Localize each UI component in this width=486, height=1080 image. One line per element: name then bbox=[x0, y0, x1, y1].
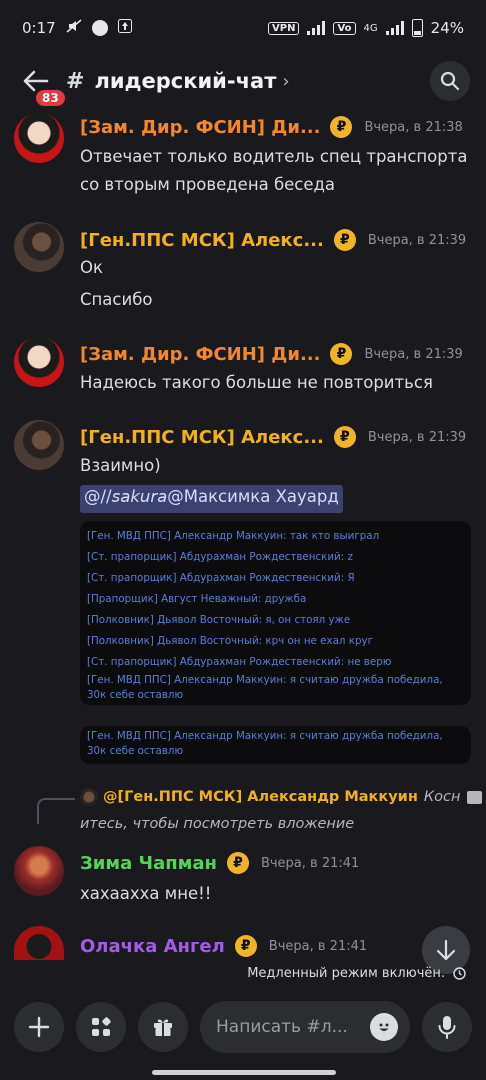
nitro-ruble-icon: ₽ bbox=[333, 426, 356, 448]
avatar[interactable] bbox=[14, 113, 64, 163]
timestamp: Вчера, в 21:39 bbox=[364, 346, 463, 362]
voice-message-button[interactable] bbox=[422, 1002, 472, 1052]
add-attachment-button[interactable] bbox=[14, 1002, 64, 1052]
user-mention[interactable]: @//𝘴𝘢𝘬𝘶𝘳𝘢@Максимка Хауард bbox=[80, 485, 343, 513]
battery-level: 24% bbox=[430, 19, 464, 37]
upload-icon bbox=[117, 19, 132, 37]
back-button[interactable]: 83 bbox=[16, 61, 68, 109]
home-indicator[interactable] bbox=[152, 1070, 336, 1075]
signal-icon bbox=[307, 21, 326, 35]
author-name[interactable]: [Ген.ППС МСК] Алекс... bbox=[80, 230, 324, 251]
signal-icon-2 bbox=[385, 21, 404, 35]
mute-icon bbox=[66, 18, 82, 38]
nitro-ruble-icon: ₽ bbox=[234, 935, 257, 957]
log-line: [Полковник] Дьявол Восточный: я, он стоя… bbox=[87, 614, 351, 626]
log-line: [Ст. прапорщик] Абдурахман Рождественски… bbox=[87, 656, 392, 668]
timestamp: Вчера, в 21:41 bbox=[260, 855, 360, 871]
vpn-indicator: VPN bbox=[268, 21, 300, 35]
message-text: хахаахха мне!! bbox=[80, 884, 212, 903]
reply-author[interactable]: @[Ген.ППС МСК] Александр Маккуин bbox=[103, 789, 418, 805]
message-text: Взаимно) bbox=[80, 456, 161, 475]
channel-title[interactable]: лидерский-чат bbox=[94, 69, 276, 93]
gift-button[interactable] bbox=[138, 1002, 188, 1052]
timestamp: Вчера, в 21:39 bbox=[367, 232, 467, 248]
timestamp: Вчера, в 21:41 bbox=[268, 938, 368, 954]
reply-avatar bbox=[80, 788, 98, 806]
timestamp: Вчера, в 21:38 bbox=[364, 119, 463, 135]
log-line: [Ст. прапорщик] Абдурахман Рождественски… bbox=[87, 572, 355, 584]
image-icon bbox=[466, 790, 482, 804]
search-icon bbox=[440, 71, 460, 91]
log-line: [Ст. прапорщик] Абдурахман Рождественски… bbox=[87, 551, 353, 563]
avatar[interactable] bbox=[14, 337, 64, 387]
log-line: [Ген. МВД ППС] Александр Маккуин: я счит… bbox=[87, 674, 443, 701]
log-line: [Прапорщик] Август Неважный: дружба bbox=[87, 593, 307, 605]
image-attachment[interactable]: [Ген. МВД ППС] Александр Маккуин: я счит… bbox=[80, 726, 471, 764]
nitro-ruble-icon: ₽ bbox=[330, 343, 353, 365]
author-name[interactable]: [Ген.ППС МСК] Алекс... bbox=[80, 427, 324, 448]
log-line: [Полковник] Дьявол Восточный: крч он не … bbox=[87, 635, 374, 647]
image-attachment[interactable]: [Ген. МВД ППС] Александр Маккуин: так кт… bbox=[80, 521, 471, 705]
status-bar: 0:17 VPN Vo 4G 24% bbox=[0, 0, 486, 56]
gift-icon bbox=[154, 1019, 172, 1036]
message-text: со вторым проведена беседа bbox=[80, 175, 336, 194]
search-button[interactable] bbox=[430, 61, 470, 101]
channel-header: 83 # лидерский-чат › bbox=[0, 56, 486, 109]
message-text: Ок bbox=[80, 258, 103, 277]
microphone-icon bbox=[438, 1016, 456, 1039]
message-input[interactable]: Написать #л... bbox=[200, 1001, 410, 1053]
author-name[interactable]: [Зам. Дир. ФСИН] Ди... bbox=[80, 344, 320, 365]
apps-icon bbox=[92, 1017, 111, 1036]
reply-preview-cont: итесь, чтобы посмотреть вложение bbox=[80, 816, 355, 832]
battery-icon bbox=[411, 19, 423, 37]
message-text: Спасибо bbox=[80, 290, 153, 309]
log-line: [Ген. МВД ППС] Александр Маккуин: я счит… bbox=[87, 730, 443, 757]
network-type: 4G bbox=[363, 22, 378, 34]
nitro-ruble-icon: ₽ bbox=[226, 852, 249, 874]
timestamp: Вчера, в 21:39 bbox=[367, 429, 467, 445]
reply-preview: Косн bbox=[423, 789, 461, 805]
arrow-down-icon bbox=[436, 939, 456, 961]
message-text: Отвечает только водитель спец транспорта bbox=[80, 147, 468, 166]
notification-dot-icon bbox=[91, 20, 108, 36]
author-name[interactable]: Олачка Ангел bbox=[80, 936, 225, 957]
author-name[interactable]: Зима Чапман bbox=[80, 853, 217, 874]
reply-reference[interactable]: @[Ген.ППС МСК] Александр Маккуин Косн bbox=[80, 788, 482, 806]
avatar[interactable] bbox=[14, 222, 64, 272]
apps-button[interactable] bbox=[76, 1002, 126, 1052]
log-line: [Ген. МВД ППС] Александр Маккуин: так кт… bbox=[87, 530, 380, 542]
plus-icon bbox=[28, 1016, 50, 1038]
unread-badge: 83 bbox=[33, 87, 68, 109]
avatar[interactable] bbox=[14, 926, 64, 960]
message-input-placeholder[interactable]: Написать #л... bbox=[216, 1017, 370, 1037]
slow-mode-indicator: Медленный режим включён. bbox=[247, 966, 466, 981]
slow-mode-text: Медленный режим включён. bbox=[247, 966, 445, 981]
nitro-ruble-icon: ₽ bbox=[333, 229, 356, 251]
emoji-button[interactable] bbox=[370, 1013, 398, 1041]
volte-icon: Vo bbox=[333, 21, 356, 35]
reply-connector bbox=[37, 798, 75, 824]
nitro-ruble-icon: ₽ bbox=[330, 116, 353, 138]
chevron-right-icon[interactable]: › bbox=[282, 71, 289, 92]
clock: 0:17 bbox=[22, 19, 56, 37]
channel-hash-icon: # bbox=[66, 68, 85, 94]
smile-icon bbox=[379, 1023, 389, 1031]
avatar[interactable] bbox=[14, 420, 64, 470]
author-name[interactable]: [Зам. Дир. ФСИН] Ди... bbox=[80, 117, 320, 138]
avatar[interactable] bbox=[14, 846, 64, 896]
message-text: Надеюсь такого больше не повториться bbox=[80, 373, 433, 392]
clock-icon bbox=[453, 967, 466, 980]
composer-bar: Написать #л... bbox=[0, 988, 486, 1066]
